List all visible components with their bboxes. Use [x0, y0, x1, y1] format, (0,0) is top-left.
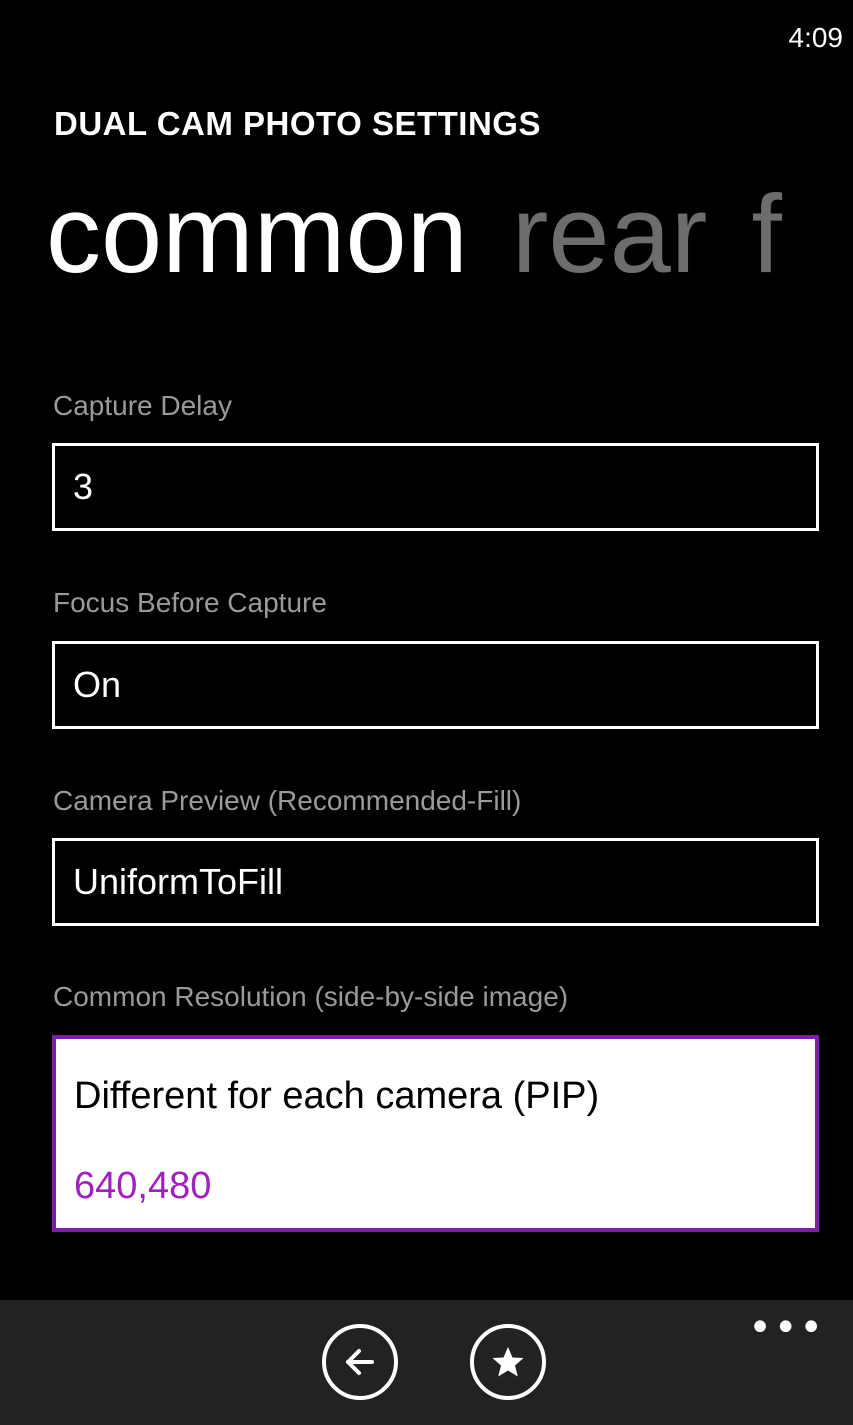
camera-preview-value: UniformToFill: [73, 861, 284, 902]
more-menu-button[interactable]: •••: [748, 1308, 825, 1348]
common-resolution-label: Common Resolution (side-by-side image): [53, 981, 569, 1012]
capture-delay-field[interactable]: 3: [52, 443, 819, 531]
favorite-button[interactable]: [470, 1324, 546, 1400]
pivot-headers: common rear f: [46, 180, 826, 290]
pivot-tab-common[interactable]: common: [46, 173, 468, 296]
status-time: 4:09: [788, 22, 844, 53]
back-button[interactable]: [322, 1324, 398, 1400]
camera-preview-label: Camera Preview (Recommended-Fill): [53, 785, 522, 816]
common-resolution-picker[interactable]: Different for each camera (PIP) 640,480: [52, 1035, 819, 1232]
common-resolution-option-label[interactable]: Different for each camera (PIP): [74, 1075, 599, 1118]
app-bar: •••: [0, 1300, 853, 1425]
focus-before-capture-value: On: [73, 664, 122, 705]
focus-before-capture-label: Focus Before Capture: [53, 587, 327, 618]
pivot-tab-front[interactable]: f: [751, 173, 782, 296]
common-resolution-option-value[interactable]: 640,480: [74, 1165, 211, 1208]
star-icon: [492, 1347, 524, 1377]
pivot-tab-rear[interactable]: rear: [512, 173, 708, 296]
back-arrow-icon: [346, 1349, 374, 1375]
capture-delay-label: Capture Delay: [53, 390, 232, 421]
camera-preview-picker[interactable]: UniformToFill: [52, 838, 819, 926]
focus-before-capture-picker[interactable]: On: [52, 641, 819, 729]
app-title: DUAL CAM PHOTO SETTINGS: [54, 105, 541, 142]
capture-delay-value: 3: [73, 466, 94, 507]
